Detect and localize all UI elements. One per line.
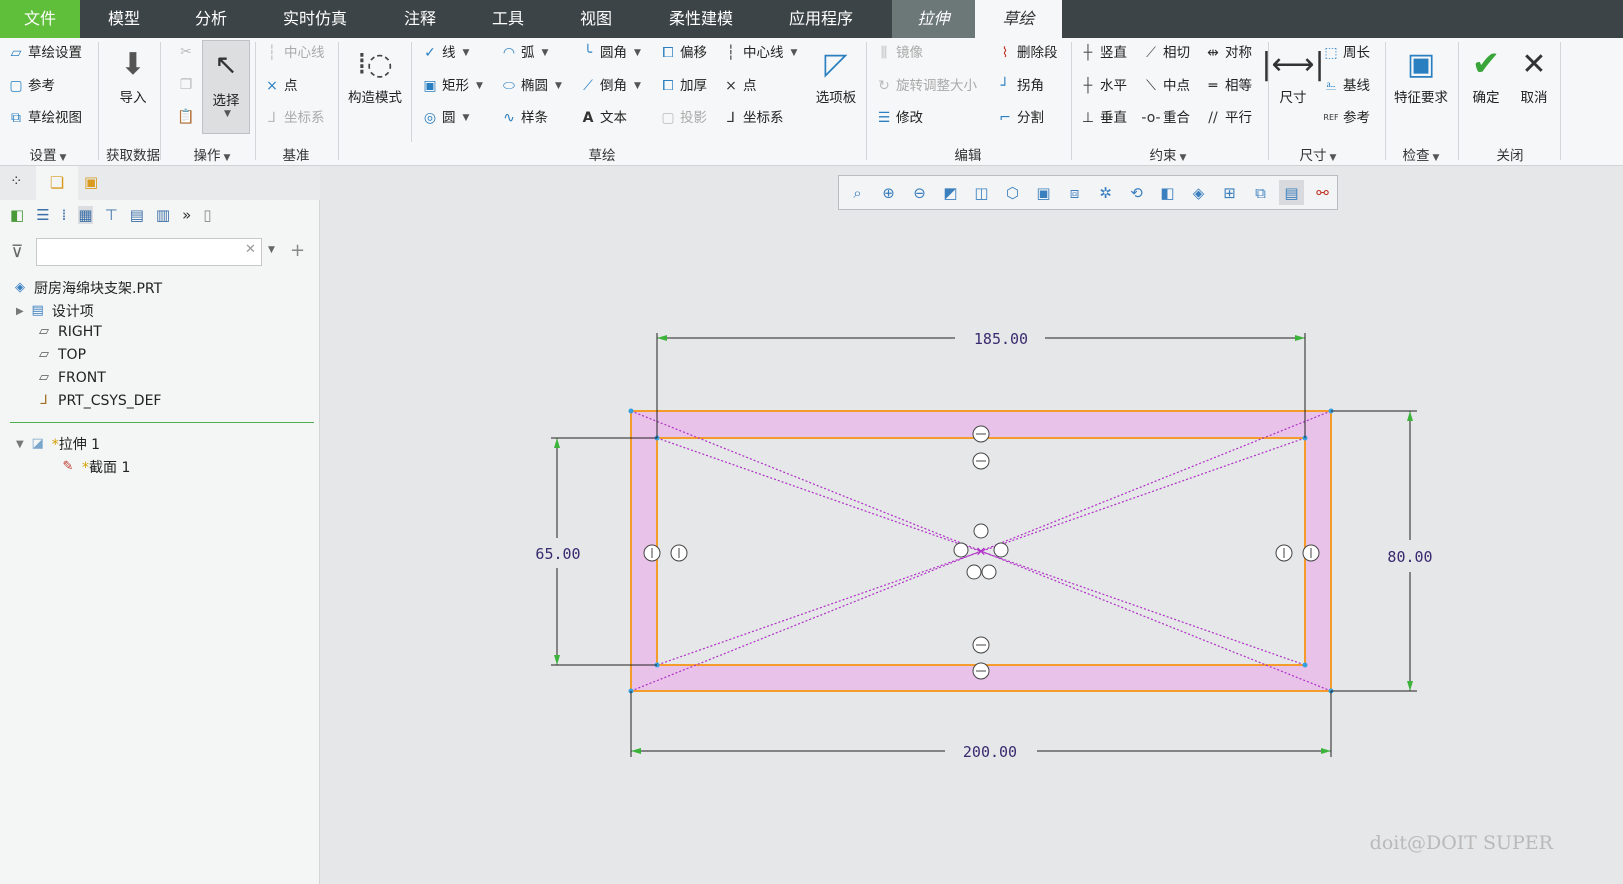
dimension-200[interactable]: 200.00 [963, 743, 1017, 761]
dimension-65[interactable]: 65.00 [535, 545, 580, 563]
watermark: doit@DOIT SUPER [1369, 832, 1553, 854]
center-point-icon: ✕ [976, 545, 987, 560]
sketch-canvas[interactable]: 185.00 200.00 65.00 80.00 ✕ [0, 0, 1623, 884]
dimension-80[interactable]: 80.00 [1387, 548, 1432, 566]
dimension-185[interactable]: 185.00 [974, 330, 1028, 348]
